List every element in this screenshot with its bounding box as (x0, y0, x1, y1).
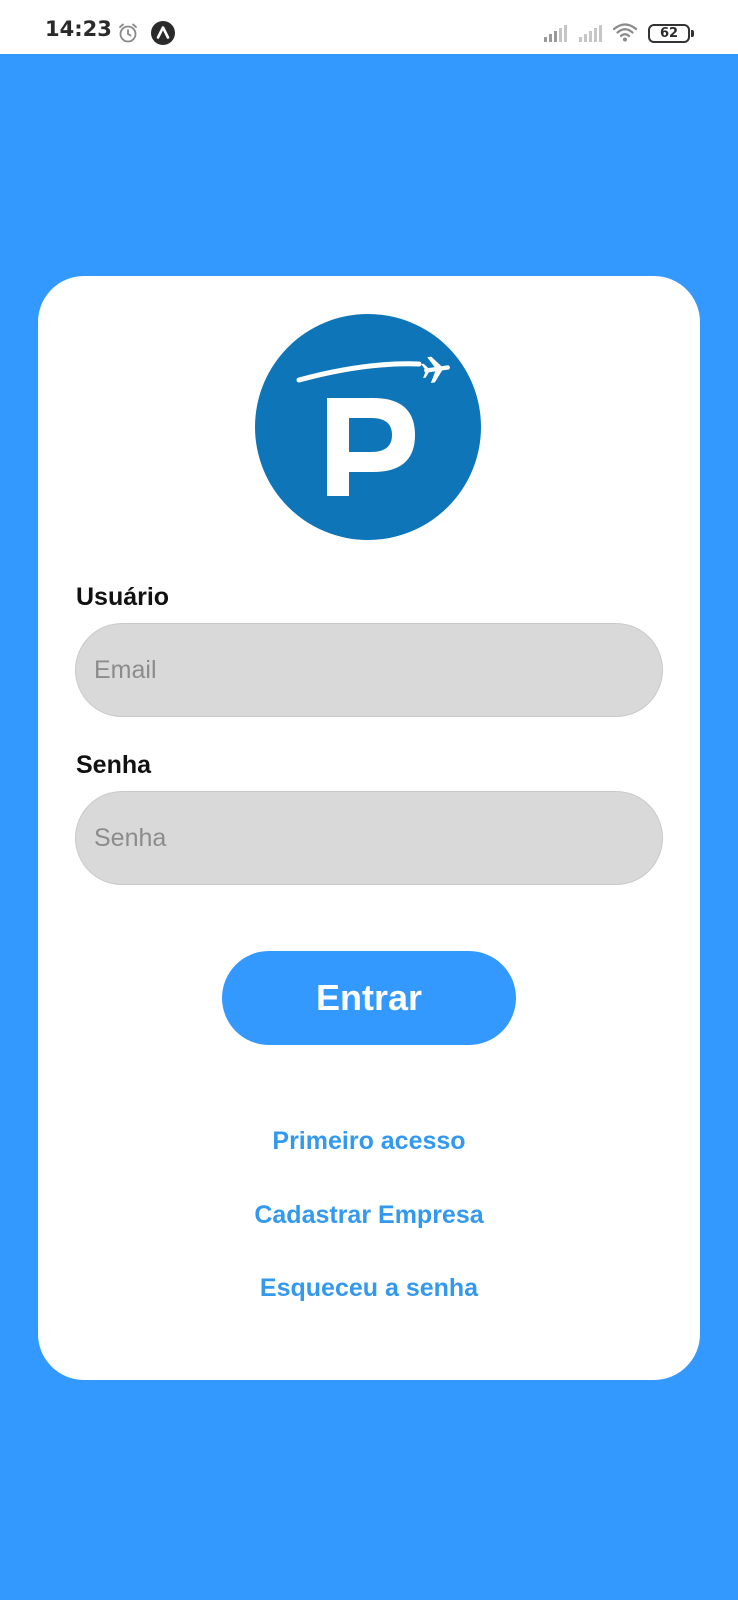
status-bar: 14:23 62 (0, 0, 738, 54)
signal-icon (543, 24, 567, 42)
enter-button[interactable]: Entrar (222, 951, 516, 1045)
first-access-link[interactable]: Primeiro acesso (38, 1129, 700, 1154)
password-label: Senha (76, 751, 152, 779)
forgot-password-link[interactable]: Esqueceu a senha (38, 1276, 700, 1301)
login-card: Usuário Senha Entrar Primeiro acesso Cad… (38, 276, 700, 1380)
alarm-icon (117, 22, 139, 44)
user-label: Usuário (76, 583, 170, 611)
battery-icon: 62 (648, 24, 694, 43)
status-time: 14:23 (45, 17, 112, 41)
battery-level: 62 (659, 26, 679, 41)
register-company-link[interactable]: Cadastrar Empresa (38, 1203, 700, 1228)
password-input[interactable] (75, 791, 663, 885)
app-notification-icon (151, 21, 175, 45)
signal-icon (578, 24, 602, 42)
parking-plane-logo (255, 314, 481, 540)
wifi-icon (612, 21, 638, 43)
email-input[interactable] (75, 623, 663, 717)
